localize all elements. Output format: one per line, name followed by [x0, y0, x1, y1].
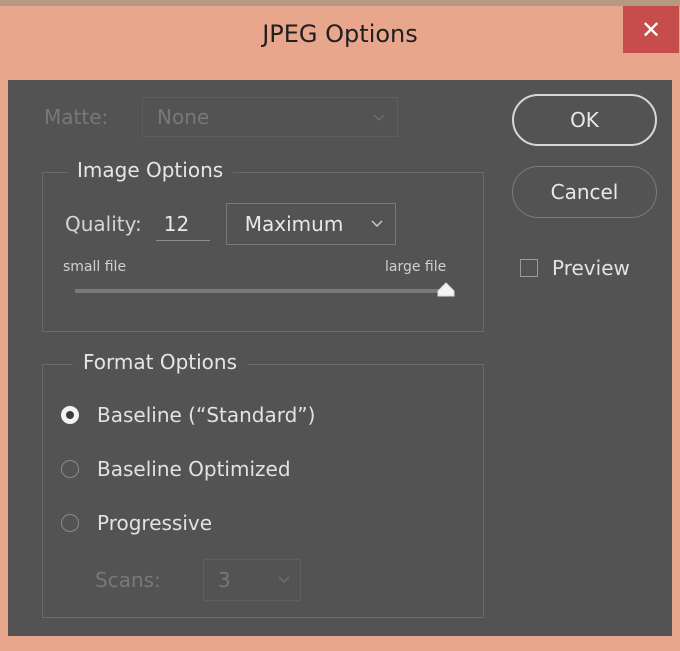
matte-select[interactable]: None	[142, 97, 398, 137]
dialog-title: JPEG Options	[262, 20, 418, 48]
quality-preset-select[interactable]: Maximum	[225, 203, 396, 245]
radio-label: Baseline Optimized	[97, 457, 291, 481]
preview-row[interactable]: Preview	[520, 256, 630, 280]
radio-progressive[interactable]: Progressive	[61, 511, 212, 535]
large-file-label: large file	[385, 259, 447, 275]
radio-baseline-optimized[interactable]: Baseline Optimized	[61, 457, 291, 481]
quality-slider-thumb[interactable]	[435, 281, 457, 297]
image-options-group: Image Options Quality: 12 Maximum small …	[42, 158, 484, 332]
jpeg-options-dialog: JPEG Options ✕ Matte: None Image Options…	[0, 6, 680, 651]
matte-label: Matte:	[44, 105, 109, 129]
quality-input[interactable]: 12	[155, 207, 210, 241]
scans-select[interactable]: 3	[203, 559, 301, 601]
format-options-group: Format Options Baseline (“Standard”) Bas…	[42, 350, 484, 618]
cancel-button[interactable]: Cancel	[512, 166, 657, 218]
image-options-title: Image Options	[67, 158, 234, 182]
matte-value: None	[157, 105, 210, 129]
quality-label: Quality:	[65, 212, 142, 236]
radio-button[interactable]	[61, 406, 79, 424]
ok-button[interactable]: OK	[512, 94, 657, 146]
quality-slider-track[interactable]	[75, 289, 443, 293]
matte-row: Matte: None	[44, 96, 398, 138]
format-options-title: Format Options	[73, 350, 248, 374]
dialog-body: Matte: None Image Options Quality: 12 Ma…	[8, 80, 672, 636]
chevron-down-icon	[371, 216, 383, 232]
quality-row: Quality: 12 Maximum	[65, 203, 396, 245]
scans-label: Scans:	[95, 568, 161, 592]
radio-label: Baseline (“Standard”)	[97, 403, 316, 427]
radio-baseline-standard[interactable]: Baseline (“Standard”)	[61, 403, 315, 427]
chevron-down-icon	[278, 572, 290, 588]
radio-button[interactable]	[61, 460, 79, 478]
chevron-down-icon	[373, 108, 385, 126]
preview-label: Preview	[552, 256, 630, 280]
title-bar[interactable]: JPEG Options ✕	[0, 6, 680, 76]
scans-value: 3	[218, 568, 231, 592]
small-file-label: small file	[63, 259, 127, 275]
preview-checkbox[interactable]	[520, 259, 538, 277]
quality-preset-value: Maximum	[244, 212, 344, 236]
scans-row: Scans: 3	[95, 559, 301, 601]
close-button[interactable]: ✕	[623, 6, 679, 53]
radio-label: Progressive	[97, 511, 213, 535]
radio-button[interactable]	[61, 514, 79, 532]
close-icon: ✕	[640, 15, 662, 44]
